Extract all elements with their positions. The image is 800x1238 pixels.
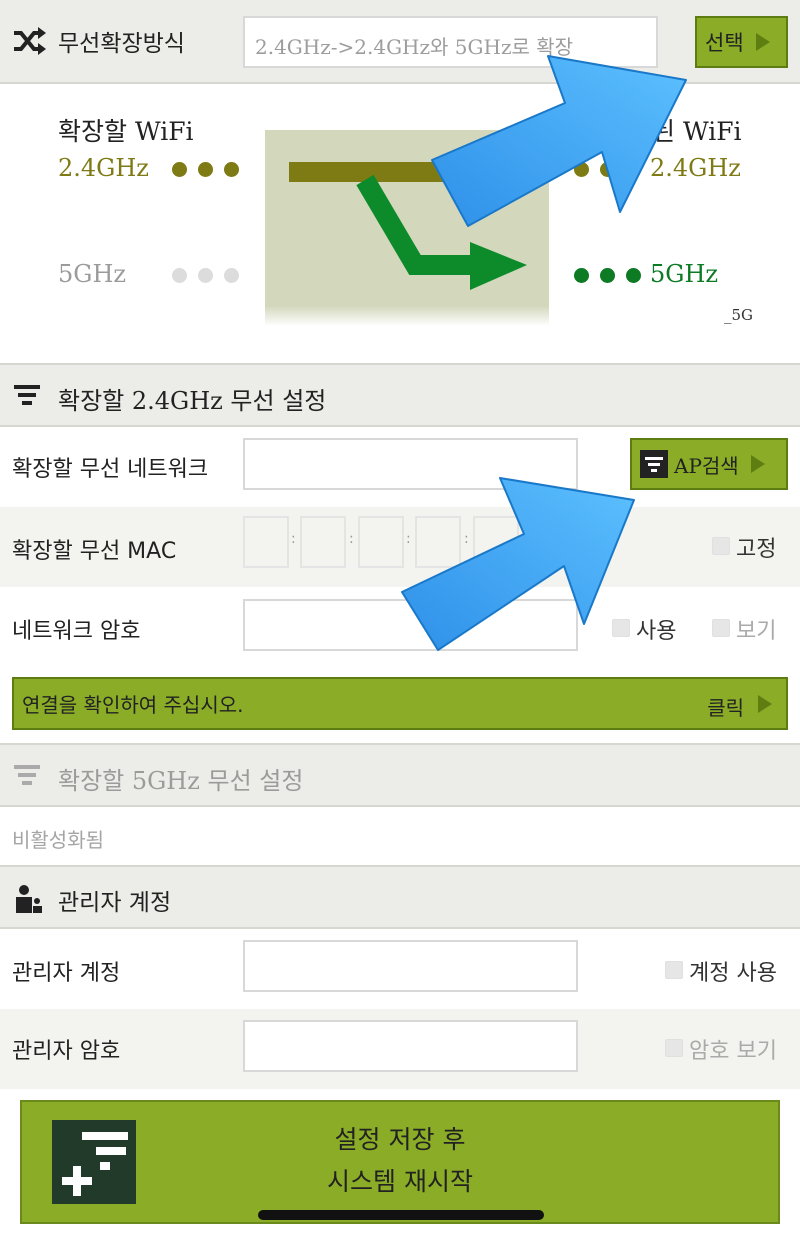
show-admin-password-label: 암호 보기 — [689, 1039, 777, 1064]
left-5-dot — [224, 268, 239, 283]
diagram-panel — [265, 130, 549, 326]
section-24-header: 확장할 2.4GHz 무선 설정 — [0, 363, 800, 427]
right-5-dot — [574, 268, 589, 283]
left-5-dot — [198, 268, 213, 283]
mac-field-1[interactable] — [243, 516, 289, 568]
ap-search-button[interactable]: AP검색 — [630, 438, 788, 490]
show-password-label: 보기 — [736, 619, 777, 644]
admin-section-title: 관리자 계정 — [58, 890, 172, 916]
mode-select-field[interactable]: 2.4GHz->2.4GHz와 5GHz로 확장 — [243, 16, 658, 68]
mac-row: 확장할 무선 MAC : : : : 고정 — [0, 507, 800, 587]
home-indicator — [258, 1210, 544, 1220]
use-account-label: 계정 사용 — [689, 961, 777, 986]
right-24-dot — [574, 162, 589, 177]
section-5-header: 확장할 5GHz 무선 설정 — [0, 743, 800, 807]
section-5-status: 비활성화됨 — [12, 828, 104, 852]
play-icon — [750, 455, 765, 473]
save-line1: 설정 저장 후 — [334, 1125, 466, 1154]
show-password-checkbox[interactable] — [712, 619, 730, 637]
play-icon — [755, 33, 770, 51]
use-password-checkbox[interactable] — [612, 619, 630, 637]
fixed-label: 고정 — [736, 537, 777, 562]
click-label: 클릭 — [707, 696, 744, 720]
filter-icon — [14, 385, 40, 405]
save-restart-button[interactable]: 설정 저장 후 시스템 재시작 — [20, 1100, 780, 1224]
mac-field-2[interactable] — [300, 516, 346, 568]
section-24-title: 확장할 2.4GHz 무선 설정 — [58, 387, 327, 415]
mode-section-title: 무선확장방식 — [58, 31, 185, 57]
filter-icon — [640, 450, 668, 478]
admin-account-input[interactable] — [243, 940, 578, 992]
diagram-left-title: 확장할 WiFi — [58, 117, 194, 146]
extension-diagram: 확장할 WiFi 된 WiFi 2.4GHz 5GHz 2.4GHz 5GHz … — [0, 84, 800, 364]
show-admin-password-checkbox[interactable] — [665, 1039, 683, 1057]
left-24-dot — [198, 162, 213, 177]
admin-password-row: 관리자 암호 암호 보기 — [0, 1009, 800, 1089]
section-5-title: 확장할 5GHz 무선 설정 — [58, 767, 304, 795]
right-24-dot — [600, 162, 615, 177]
admin-password-input[interactable] — [243, 1020, 578, 1072]
section-5-status-row: 비활성화됨 — [0, 807, 800, 865]
network-row: 확장할 무선 네트워크 AP검색 — [0, 427, 800, 507]
use-account-checkbox[interactable] — [665, 961, 683, 979]
mac-label: 확장할 무선 MAC — [12, 539, 177, 564]
save-line2: 시스템 재시작 — [327, 1167, 473, 1196]
mac-field-5[interactable] — [473, 516, 519, 568]
shuffle-icon — [14, 27, 46, 55]
right-band-24: 2.4GHz — [650, 154, 741, 182]
password-row: 네트워크 암호 사용 보기 — [0, 587, 800, 669]
mode-section-header: 무선확장방식 2.4GHz->2.4GHz와 5GHz로 확장 선택 — [0, 0, 800, 84]
left-5-dot — [172, 268, 187, 283]
right-5-dot — [626, 268, 641, 283]
mac-separator: : — [349, 531, 354, 547]
left-band-24: 2.4GHz — [58, 154, 149, 182]
suffix-5g-label: _5G — [724, 306, 754, 324]
use-password-label: 사용 — [636, 619, 677, 644]
left-band-5: 5GHz — [58, 260, 127, 288]
network-label: 확장할 무선 네트워크 — [12, 457, 209, 482]
left-24-dot — [224, 162, 239, 177]
confirm-connection-bar[interactable]: 연결을 확인하여 주십시오. 클릭 — [12, 677, 788, 730]
diagram-right-title: 된 WiFi — [652, 117, 742, 146]
admin-section-header: 관리자 계정 — [0, 865, 800, 929]
filter-icon — [14, 765, 40, 785]
mac-field-3[interactable] — [358, 516, 404, 568]
password-input[interactable] — [243, 599, 578, 651]
select-button-label: 선택 — [705, 31, 744, 55]
left-24-dot — [172, 162, 187, 177]
admin-account-label: 관리자 계정 — [12, 961, 121, 986]
play-icon — [758, 695, 772, 713]
confirm-text: 연결을 확인하여 주십시오. — [22, 693, 244, 717]
fixed-checkbox[interactable] — [712, 537, 730, 555]
admin-user-icon — [16, 885, 42, 913]
password-label: 네트워크 암호 — [12, 619, 141, 644]
mode-select-value: 2.4GHz->2.4GHz와 5GHz로 확장 — [255, 35, 574, 59]
mac-separator: : — [291, 531, 296, 547]
ap-search-label: AP검색 — [674, 453, 739, 478]
admin-password-label: 관리자 암호 — [12, 1039, 121, 1064]
network-input[interactable] — [243, 438, 578, 490]
right-band-5: 5GHz — [650, 260, 719, 288]
admin-account-row: 관리자 계정 계정 사용 — [0, 929, 800, 1009]
mac-separator: : — [406, 531, 411, 547]
mac-separator: : — [464, 531, 469, 547]
right-24-dot — [626, 162, 641, 177]
right-5-dot — [600, 268, 615, 283]
select-button[interactable]: 선택 — [695, 16, 788, 68]
mac-field-4[interactable] — [415, 516, 461, 568]
